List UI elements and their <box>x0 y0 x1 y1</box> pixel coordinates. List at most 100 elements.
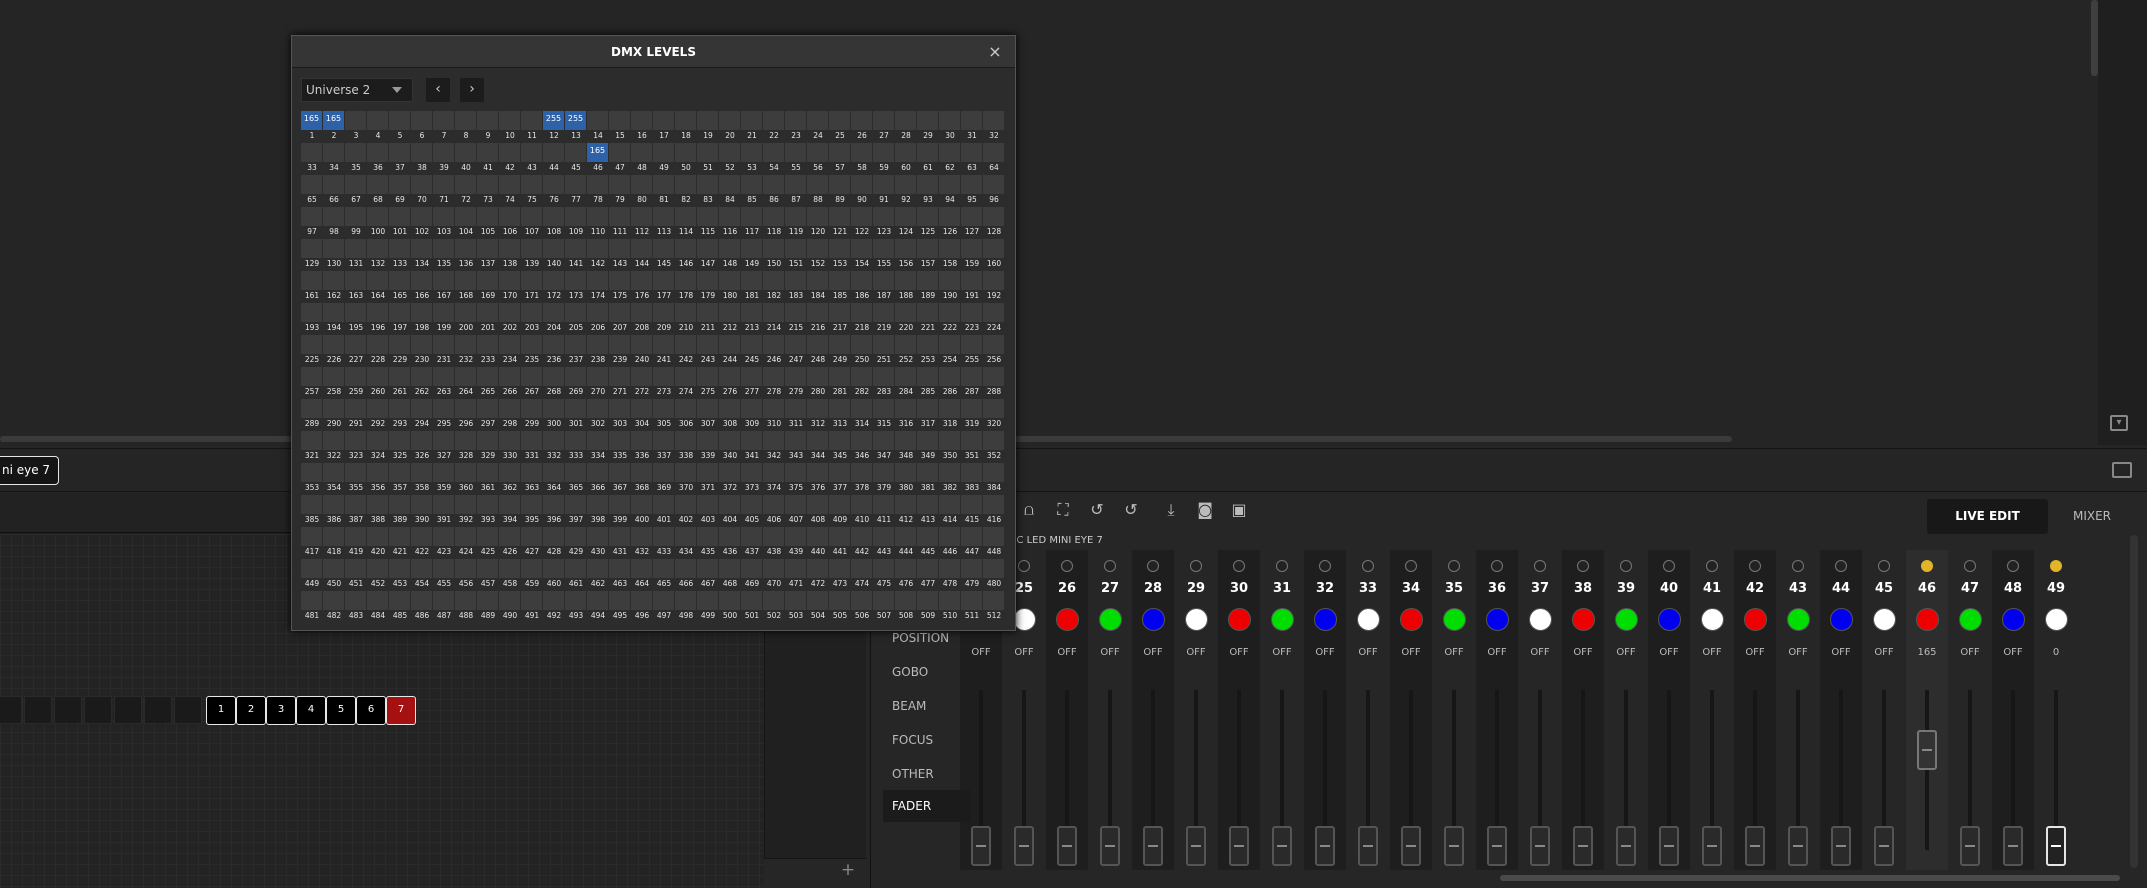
dmx-channel[interactable]: 222 <box>939 303 961 335</box>
dmx-channel[interactable]: 428 <box>543 527 565 559</box>
dmx-channel[interactable]: 416 <box>983 495 1005 527</box>
dmx-channel[interactable]: 451 <box>345 559 367 591</box>
dmx-channel[interactable]: 16 <box>631 111 653 143</box>
dmx-channel[interactable]: 260 <box>367 367 389 399</box>
dmx-channel[interactable]: 20 <box>719 111 741 143</box>
dmx-channel[interactable]: 225 <box>301 335 323 367</box>
fader-knob[interactable] <box>1874 826 1894 866</box>
dmx-channel[interactable]: 302 <box>587 399 609 431</box>
dmx-channel[interactable]: 83 <box>697 175 719 207</box>
dmx-channel[interactable]: 75 <box>521 175 543 207</box>
dmx-channel[interactable]: 497 <box>653 591 675 623</box>
fader-horizontal-scrollbar[interactable] <box>1500 875 2120 881</box>
dmx-channel[interactable]: 283 <box>873 367 895 399</box>
preset-button[interactable]: 2 <box>236 696 266 725</box>
dmx-channel[interactable]: 289 <box>301 399 323 431</box>
dmx-channel[interactable]: 448 <box>983 527 1005 559</box>
dmx-channel[interactable]: 397 <box>565 495 587 527</box>
dmx-channel[interactable]: 371 <box>697 463 719 495</box>
dmx-channel[interactable]: 291 <box>345 399 367 431</box>
dmx-channel[interactable]: 426 <box>499 527 521 559</box>
dmx-channel[interactable]: 244 <box>719 335 741 367</box>
dmx-channel[interactable]: 255 <box>961 335 983 367</box>
dmx-channel[interactable]: 107 <box>521 207 543 239</box>
dmx-channel[interactable]: 500 <box>719 591 741 623</box>
select-dot[interactable] <box>1835 560 1847 572</box>
dmx-channel[interactable]: 362 <box>499 463 521 495</box>
dmx-channel[interactable]: 102 <box>411 207 433 239</box>
attr-other[interactable]: OTHER <box>883 758 971 790</box>
dmx-channel[interactable]: 338 <box>675 431 697 463</box>
dmx-channel[interactable]: 125 <box>917 207 939 239</box>
color-swatch[interactable] <box>1744 608 1767 631</box>
select-dot[interactable] <box>1792 560 1804 572</box>
dmx-channel[interactable]: 32 <box>983 111 1005 143</box>
attr-fader[interactable]: FADER <box>883 790 971 822</box>
dmx-channel[interactable]: 419 <box>345 527 367 559</box>
dmx-channel[interactable]: 128 <box>983 207 1005 239</box>
fader-knob[interactable] <box>1100 826 1120 866</box>
fader-knob[interactable] <box>1573 826 1593 866</box>
dmx-channel[interactable]: 435 <box>697 527 719 559</box>
dmx-channel[interactable]: 115 <box>697 207 719 239</box>
select-dot[interactable] <box>1104 560 1116 572</box>
dmx-channel[interactable]: 253 <box>917 335 939 367</box>
select-dot[interactable] <box>1018 560 1030 572</box>
dmx-channel[interactable]: 450 <box>323 559 345 591</box>
color-swatch[interactable] <box>1658 608 1681 631</box>
color-swatch[interactable] <box>1271 608 1294 631</box>
dmx-channel[interactable]: 151 <box>785 239 807 271</box>
dmx-channel[interactable]: 133 <box>389 239 411 271</box>
color-swatch[interactable] <box>1357 608 1380 631</box>
dmx-channel[interactable]: 71 <box>433 175 455 207</box>
dmx-channel[interactable]: 469 <box>741 559 763 591</box>
dmx-channel[interactable]: 360 <box>455 463 477 495</box>
dmx-channel[interactable]: 290 <box>323 399 345 431</box>
dmx-channel[interactable]: 430 <box>587 527 609 559</box>
dmx-channel[interactable]: 306 <box>675 399 697 431</box>
dmx-channel[interactable]: 485 <box>389 591 411 623</box>
dmx-channel[interactable]: 61 <box>917 143 939 175</box>
fader-knob[interactable] <box>1659 826 1679 866</box>
dmx-channel[interactable]: 399 <box>609 495 631 527</box>
dmx-channel[interactable]: 218 <box>851 303 873 335</box>
dmx-channel[interactable]: 369 <box>653 463 675 495</box>
dmx-channel[interactable]: 482 <box>323 591 345 623</box>
dmx-channel[interactable]: 388 <box>367 495 389 527</box>
dmx-channel[interactable]: 136 <box>455 239 477 271</box>
dmx-channel[interactable]: 474 <box>851 559 873 591</box>
dmx-channel[interactable]: 496 <box>631 591 653 623</box>
dmx-channel[interactable]: 432 <box>631 527 653 559</box>
dmx-channel[interactable]: 232 <box>455 335 477 367</box>
dmx-channel[interactable]: 385 <box>301 495 323 527</box>
dmx-channel[interactable]: 320 <box>983 399 1005 431</box>
close-icon[interactable]: × <box>984 41 1006 63</box>
dmx-channel[interactable]: 52 <box>719 143 741 175</box>
dmx-channel[interactable]: 175 <box>609 271 631 303</box>
dmx-channel[interactable]: 120 <box>807 207 829 239</box>
dmx-channel[interactable]: 251 <box>873 335 895 367</box>
dmx-channel[interactable]: 456 <box>455 559 477 591</box>
dmx-channel[interactable]: 56 <box>807 143 829 175</box>
dmx-channel[interactable]: 350 <box>939 431 961 463</box>
dmx-channel[interactable]: 196 <box>367 303 389 335</box>
dmx-channel[interactable]: 351 <box>961 431 983 463</box>
dmx-channel[interactable]: 195 <box>345 303 367 335</box>
dmx-channel[interactable]: 62 <box>939 143 961 175</box>
dmx-channel[interactable]: 51 <box>697 143 719 175</box>
dmx-channel[interactable]: 343 <box>785 431 807 463</box>
dmx-channel[interactable]: 358 <box>411 463 433 495</box>
dmx-channel[interactable]: 285 <box>917 367 939 399</box>
fader-knob[interactable] <box>1745 826 1765 866</box>
dmx-channel[interactable]: 23 <box>785 111 807 143</box>
dmx-channel[interactable]: 347 <box>873 431 895 463</box>
dmx-channel[interactable]: 311 <box>785 399 807 431</box>
dmx-channel[interactable]: 96 <box>983 175 1005 207</box>
dmx-channel[interactable]: 192 <box>983 271 1005 303</box>
dmx-channel[interactable]: 324 <box>367 431 389 463</box>
dmx-channel[interactable]: 348 <box>895 431 917 463</box>
dmx-channel[interactable]: 258 <box>323 367 345 399</box>
dmx-channel[interactable]: 257 <box>301 367 323 399</box>
dmx-channel[interactable]: 468 <box>719 559 741 591</box>
dmx-channel[interactable]: 210 <box>675 303 697 335</box>
